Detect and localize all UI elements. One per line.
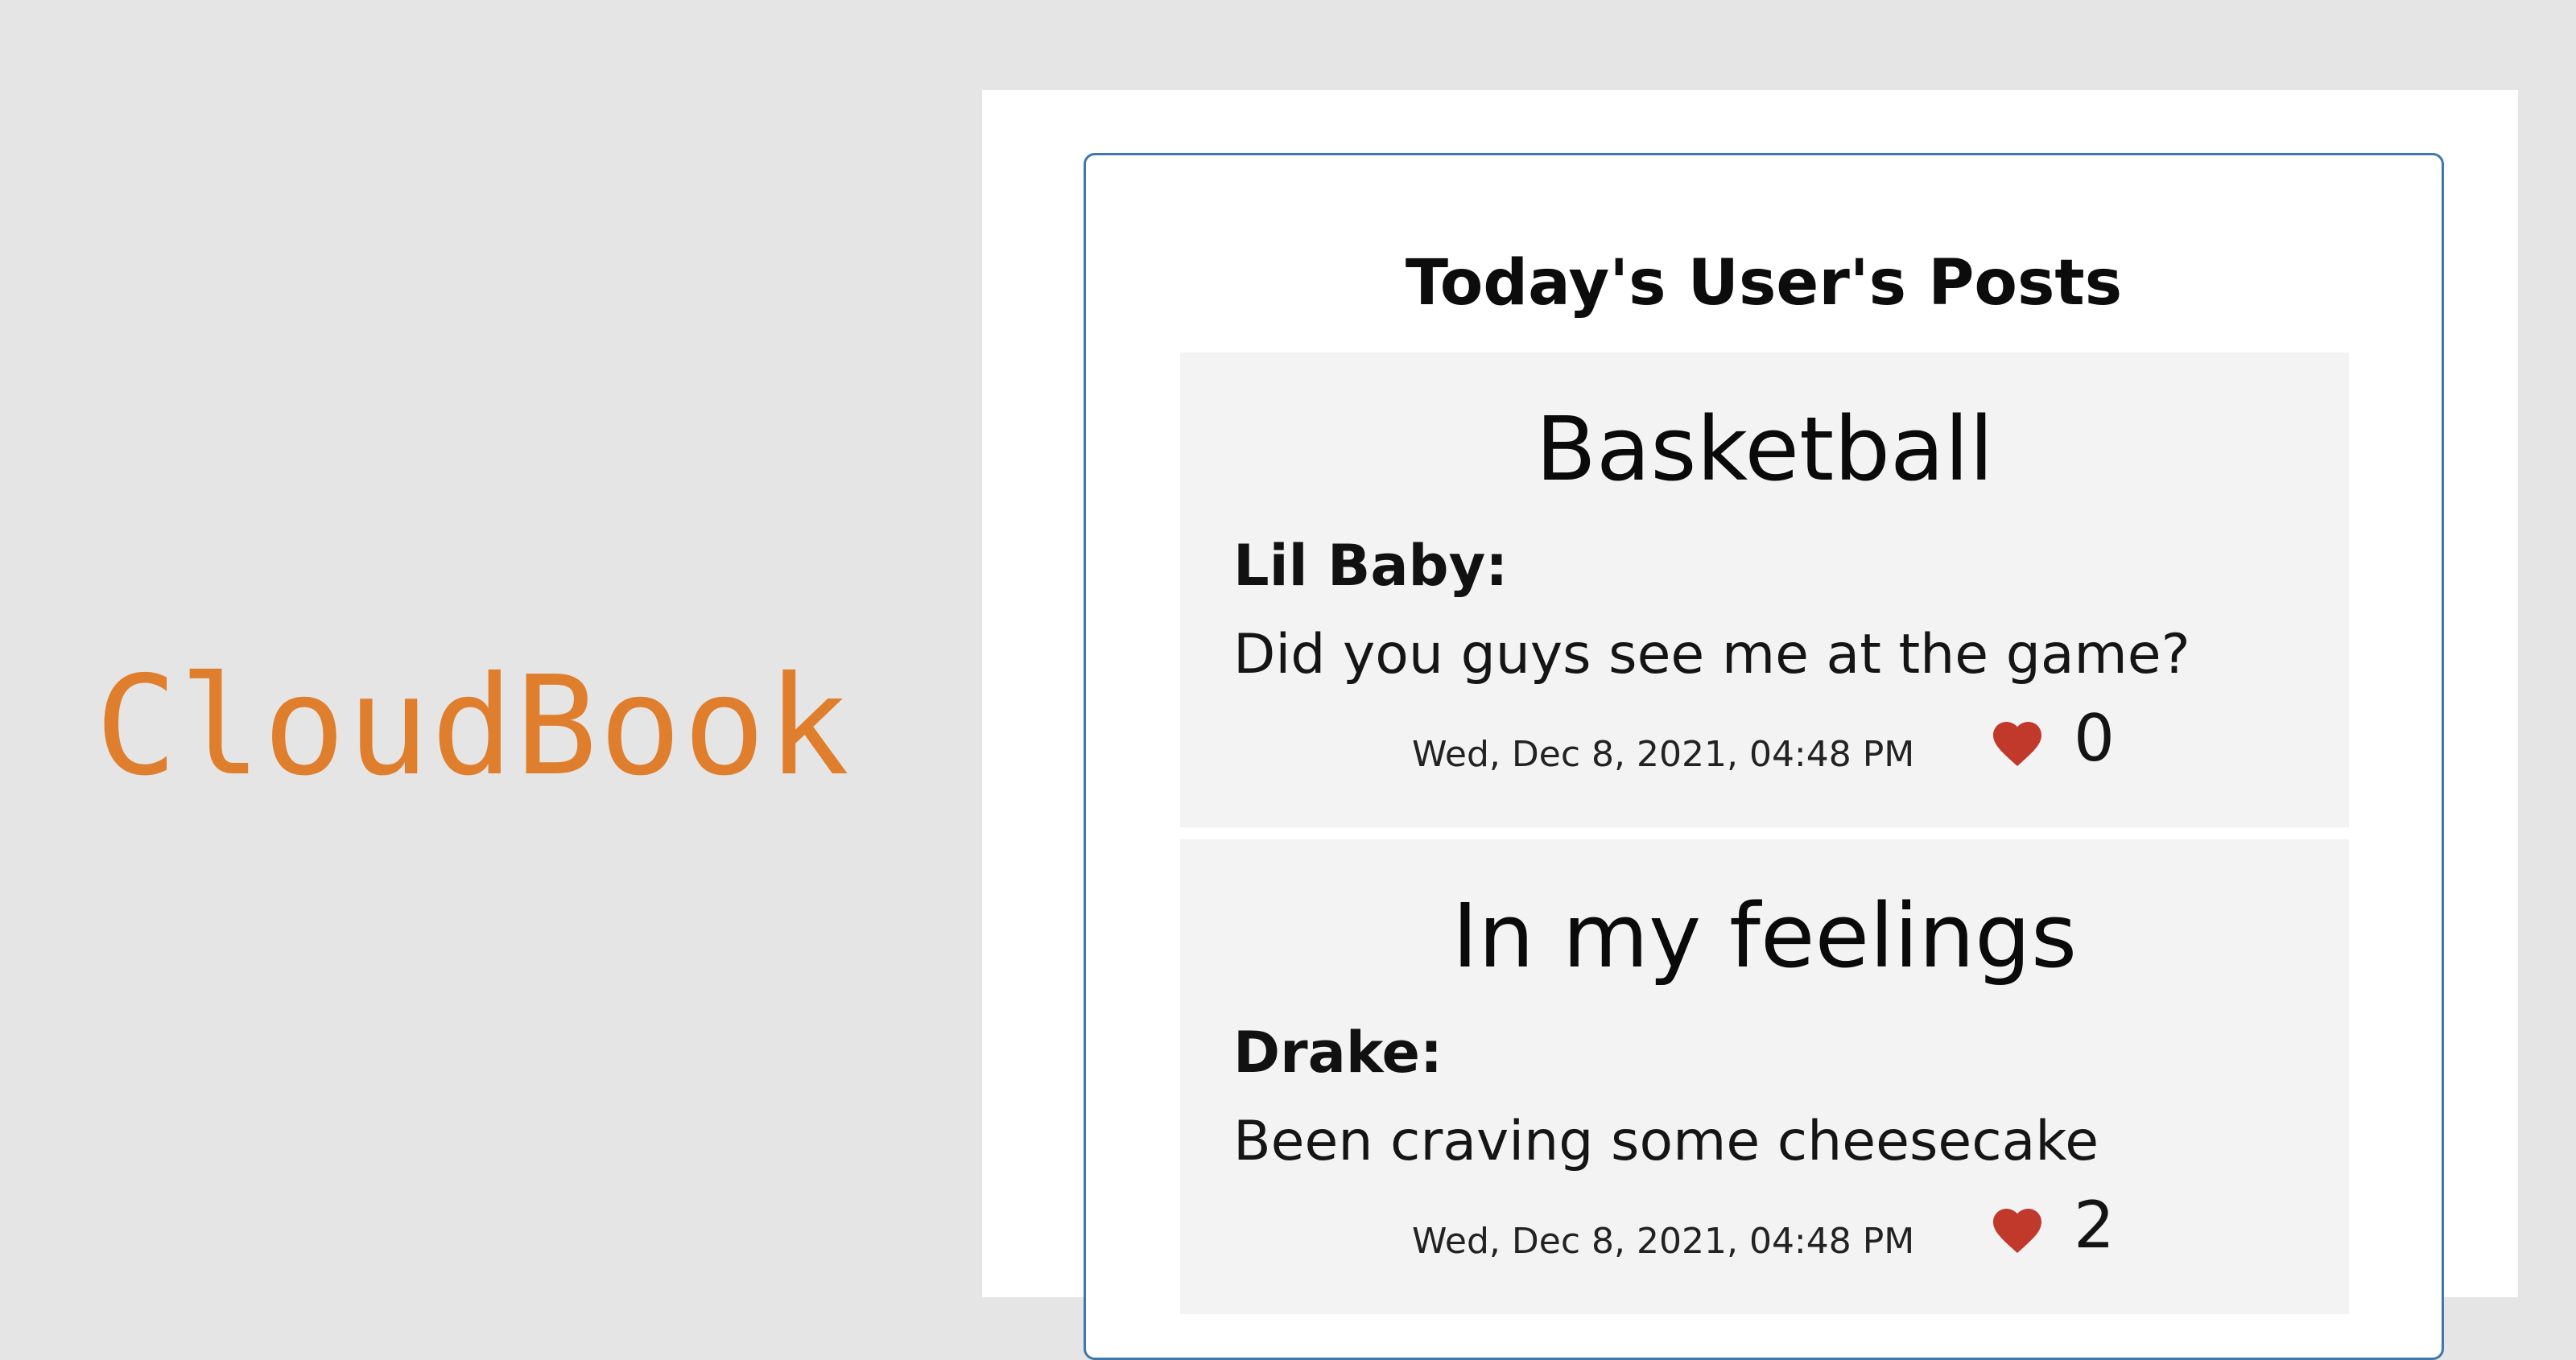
post-author: Lil Baby: xyxy=(1233,533,1509,599)
post-card: Basketball Lil Baby: Did you guys see me… xyxy=(1180,352,2349,827)
heart-icon[interactable] xyxy=(1988,1201,2046,1259)
post-body: Been craving some cheesecake xyxy=(1233,1110,2099,1173)
post-author: Drake: xyxy=(1233,1020,1443,1086)
posts-feed: Today's User's Posts Basketball Lil Baby… xyxy=(1084,153,2444,1360)
post-card: In my feelings Drake: Been craving some … xyxy=(1180,839,2349,1314)
post-title: In my feelings xyxy=(1451,884,2078,987)
feed-title: Today's User's Posts xyxy=(1405,247,2123,319)
post-body: Did you guys see me at the game? xyxy=(1233,623,2190,686)
main-panel: Today's User's Posts Basketball Lil Baby… xyxy=(982,90,2518,1360)
post-timestamp: Wed, Dec 8, 2021, 04:48 PM xyxy=(1412,734,1915,775)
like-count: 2 xyxy=(2074,1188,2115,1263)
like-count: 0 xyxy=(2074,701,2115,776)
app-logo[interactable]: CloudBook xyxy=(95,658,851,795)
post-title: Basketball xyxy=(1535,398,1994,501)
heart-icon[interactable] xyxy=(1988,715,2046,773)
post-timestamp: Wed, Dec 8, 2021, 04:48 PM xyxy=(1412,1221,1915,1262)
